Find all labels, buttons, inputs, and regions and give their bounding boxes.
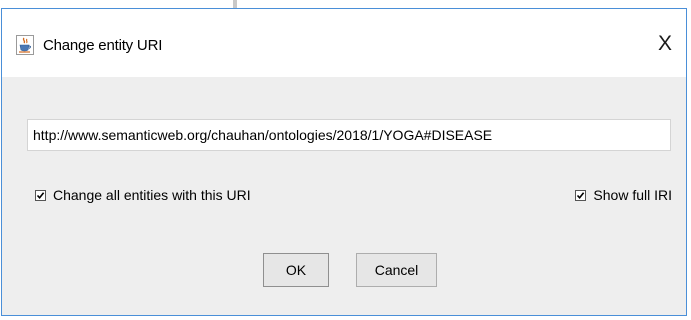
change-all-entities-option[interactable]: Change all entities with this URI [35,187,251,203]
checkmark-icon [36,191,45,199]
show-full-iri-checkbox[interactable] [575,189,587,201]
background-window [0,0,691,8]
background-window-splitter [233,0,237,8]
change-all-entities-label: Change all entities with this URI [53,187,251,203]
dialog-titlebar: Change entity URI X [2,9,686,77]
checkmark-icon [577,191,585,199]
uri-input[interactable] [27,119,671,151]
change-entity-uri-dialog: Change entity URI X Change all entities … [1,8,687,316]
java-cup-icon [16,35,34,55]
dialog-content: Change all entities with this URI Show f… [2,77,686,315]
cancel-button[interactable]: Cancel [356,253,437,287]
dialog-title: Change entity URI [43,37,163,54]
ok-button[interactable]: OK [263,253,329,287]
change-all-entities-checkbox[interactable] [35,189,46,201]
show-full-iri-option[interactable]: Show full IRI [575,187,672,203]
show-full-iri-label: Show full IRI [593,187,672,203]
close-button[interactable]: X [650,29,680,59]
